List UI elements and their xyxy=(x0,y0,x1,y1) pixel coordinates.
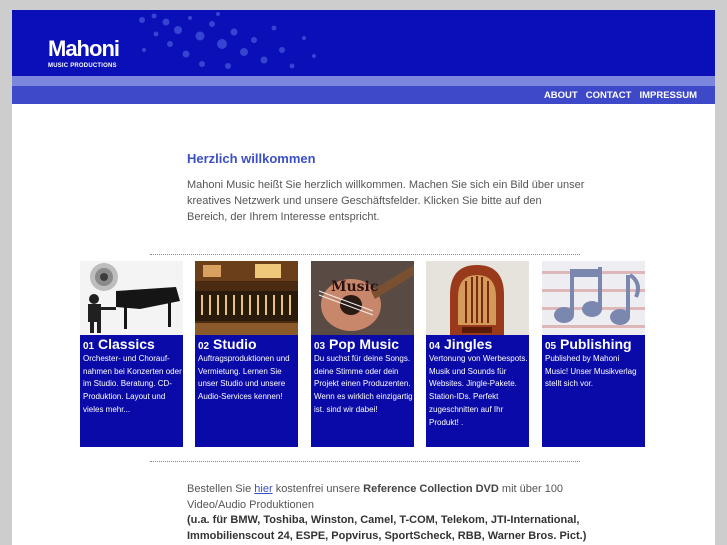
card-number: 01 xyxy=(83,341,95,352)
order-middle: kostenfrei unsere xyxy=(275,483,361,495)
nav-link-impressum[interactable]: IMPRESSUM xyxy=(639,90,697,101)
welcome-heading: Herzlich willkommen xyxy=(187,151,316,166)
card-label: Classics xyxy=(98,336,155,352)
card-label: Jingles xyxy=(444,336,493,352)
card-pop-music[interactable]: Music 03 Pop Music Du suchst für deine S… xyxy=(311,261,414,447)
top-navigation: ABOUT CONTACT IMPRESSUM xyxy=(544,90,697,101)
mahoni-logo[interactable]: Mahoni MUSIC PRODUCTIONS xyxy=(44,34,124,74)
logo-subtitle: MUSIC PRODUCTIONS xyxy=(48,63,117,69)
card-publishing[interactable]: 05 Publishing Published by Mahoni Music!… xyxy=(542,261,645,447)
card-label: Pop Music xyxy=(329,336,400,352)
logo-text: Mahoni xyxy=(48,36,120,61)
guitar-icon: Music xyxy=(311,261,414,335)
order-link[interactable]: hier xyxy=(254,483,272,495)
nav-link-about[interactable]: ABOUT xyxy=(544,90,578,101)
svg-text:Music: Music xyxy=(331,279,378,295)
card-jingles[interactable]: 04 Jingles Vertonung von Werbespots. Mus… xyxy=(426,261,529,447)
dvd-product-name: Reference Collection DVD xyxy=(363,483,499,495)
order-text: Bestellen Sie hier kostenfrei unsere Ref… xyxy=(187,481,617,513)
welcome-text: Mahoni Music heißt Sie herzlich willkomm… xyxy=(187,179,585,223)
card-number: 02 xyxy=(198,341,210,352)
card-number: 04 xyxy=(429,341,441,352)
card-description: Du suchst für deine Songs. deine Stimme … xyxy=(314,354,413,414)
client-list: (u.a. für BMW, Toshiba, Winston, Camel, … xyxy=(187,514,587,542)
navigation-bar: ABOUT CONTACT IMPRESSUM xyxy=(12,76,715,104)
card-classics[interactable]: 01 Classics Orchester- und Chorauf­nahme… xyxy=(80,261,183,447)
vintage-radio-icon xyxy=(426,261,529,335)
nav-link-contact[interactable]: CONTACT xyxy=(586,90,632,101)
card-description: Orchester- und Chorauf­nahmen bei Konzer… xyxy=(83,354,182,414)
card-description: Auftragsproduktionen und Vermietung. Ler… xyxy=(198,354,290,402)
header-banner: Mahoni MUSIC PRODUCTIONS xyxy=(12,10,715,76)
card-number: 03 xyxy=(314,341,326,352)
music-notes-icon xyxy=(542,261,645,335)
card-number: 05 xyxy=(545,341,557,352)
recording-studio-icon xyxy=(195,261,298,335)
page-frame: Mahoni MUSIC PRODUCTIONS ABOUT CONTACT I… xyxy=(12,10,715,545)
piano-player-icon xyxy=(80,261,183,335)
card-description: Published by Mahoni Music! Unser Musikve… xyxy=(545,354,637,389)
dotted-divider-top xyxy=(150,254,580,255)
dotted-divider-bottom xyxy=(150,461,580,462)
card-description: Vertonung von Werbespots. Musik und Soun… xyxy=(429,354,528,427)
card-label: Publishing xyxy=(560,336,632,352)
order-prefix: Bestellen Sie xyxy=(187,483,252,495)
card-studio[interactable]: 02 Studio Auftragsproduktionen und Vermi… xyxy=(195,261,298,447)
card-label: Studio xyxy=(213,336,257,352)
navbar-strip xyxy=(12,76,715,86)
